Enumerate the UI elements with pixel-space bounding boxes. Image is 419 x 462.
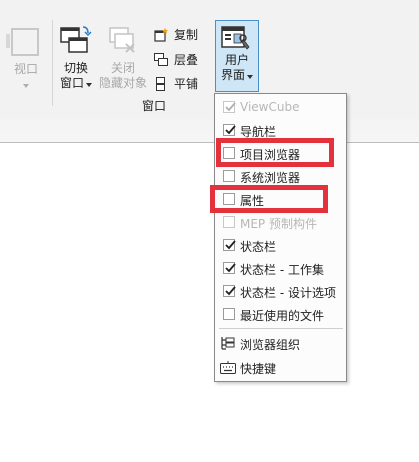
tile-icon — [156, 77, 165, 91]
checkbox[interactable] — [223, 170, 235, 182]
user-interface-menu: ViewCube 导航栏 项目浏览器 系统浏览器 属性 MEP 预制构件 状态栏… — [214, 93, 347, 382]
close-hidden-icon — [106, 24, 140, 58]
ribbon-footer — [0, 118, 419, 142]
menu-separator — [219, 328, 343, 329]
menu-item-label: 最近使用的文件 — [240, 309, 325, 323]
keyboard-icon — [220, 361, 236, 374]
menu-item-label: 状态栏 - 工作集 — [240, 263, 324, 277]
menu-item-status-bar-design-options[interactable]: 状态栏 - 设计选项 — [215, 280, 346, 303]
checkbox[interactable] — [223, 308, 235, 320]
viewport-icon — [6, 26, 42, 60]
viewport-label: 视口 — [13, 62, 38, 76]
menu-item-status-bar[interactable]: 状态栏 — [215, 234, 346, 257]
menu-item-browser-organization[interactable]: 浏览器组织 — [215, 332, 346, 355]
menu-item-recent-files[interactable]: 最近使用的文件 — [215, 303, 346, 326]
browser-organization-icon — [221, 337, 235, 350]
cascade-icon — [154, 53, 168, 66]
checkbox[interactable] — [223, 101, 236, 113]
switch-window-button[interactable]: 切换 窗口 — [56, 61, 96, 91]
highlight-box-properties — [210, 185, 328, 213]
switch-window-icon — [58, 23, 92, 57]
menu-item-label: 状态栏 - 设计选项 — [240, 286, 336, 300]
checkbox[interactable] — [223, 239, 236, 251]
close-hidden-button[interactable]: 关闭 隐藏对象 — [96, 61, 150, 91]
checkbox[interactable] — [223, 216, 235, 228]
ribbon-divider — [0, 142, 419, 143]
cascade-label: 层叠 — [174, 53, 199, 67]
panel-separator — [52, 20, 53, 106]
user-interface-label-1: 用户 — [224, 53, 249, 67]
user-interface-label-2: 界面 — [220, 68, 245, 82]
menu-item-label: ViewCube — [240, 100, 300, 114]
switch-window-dropdown-icon — [86, 83, 92, 87]
viewport-dropdown-icon — [8, 77, 44, 92]
ribbon — [0, 0, 419, 118]
tile-label: 平铺 — [174, 77, 199, 91]
copy-label: 复制 — [174, 28, 199, 42]
user-interface-dropdown-icon — [247, 75, 253, 79]
menu-item-mep-fabrication[interactable]: MEP 预制构件 — [215, 211, 346, 234]
menu-item-label: 状态栏 — [240, 240, 277, 254]
user-interface-button[interactable]: 用户 界面 — [215, 20, 259, 92]
checkbox[interactable] — [223, 262, 236, 274]
menu-item-label: 系统浏览器 — [240, 171, 301, 185]
menu-item-label: 浏览器组织 — [240, 338, 301, 352]
highlight-box-project-browser — [216, 138, 334, 167]
panel-window-label: 窗口 — [142, 99, 167, 113]
menu-item-keyboard-shortcuts[interactable]: 快捷键 — [215, 356, 346, 379]
menu-item-label: 快捷键 — [240, 362, 277, 376]
checkbox[interactable] — [223, 285, 236, 297]
copy-icon — [154, 28, 168, 42]
close-hidden-label-2: 隐藏对象 — [98, 76, 147, 90]
switch-window-label-2: 窗口 — [59, 76, 84, 90]
menu-item-viewcube[interactable]: ViewCube — [215, 96, 346, 119]
switch-window-label-1: 切换 — [63, 61, 88, 75]
checkbox[interactable] — [223, 124, 236, 136]
menu-item-status-bar-worksets[interactable]: 状态栏 - 工作集 — [215, 257, 346, 280]
menu-item-label: MEP 预制构件 — [240, 217, 317, 231]
user-interface-icon — [221, 26, 250, 50]
viewport-button[interactable]: 视口 — [8, 62, 44, 92]
close-hidden-label-1: 关闭 — [110, 61, 135, 75]
